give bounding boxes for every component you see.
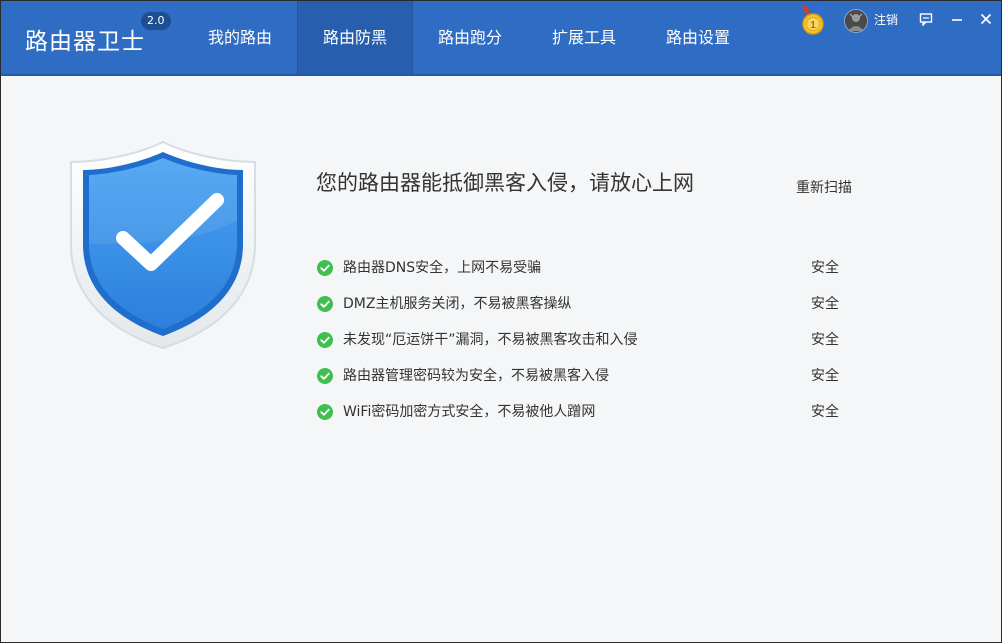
medal-icon[interactable]: 1: [800, 5, 826, 35]
list-item: 路由器DNS安全，上网不易受骗 安全: [317, 257, 857, 293]
minimize-icon[interactable]: [946, 8, 968, 30]
security-check-list: 路由器DNS安全，上网不易受骗 安全 DMZ主机服务关闭，不易被黑客操纵 安全 …: [317, 257, 857, 437]
list-item: DMZ主机服务关闭，不易被黑客操纵 安全: [317, 293, 857, 329]
shield-check-icon: [67, 140, 259, 352]
list-item: 未发现“厄运饼干”漏洞，不易被黑客攻击和入侵 安全: [317, 329, 857, 365]
tab-router-settings[interactable]: 路由设置: [641, 1, 755, 74]
main-content: 您的路由器能抵御黑客入侵，请放心上网 重新扫描 路由器DNS安全，上网不易受骗 …: [1, 76, 1001, 642]
logout-link[interactable]: 注销: [874, 11, 898, 28]
status-headline: 您的路由器能抵御黑客入侵，请放心上网: [316, 171, 694, 195]
close-icon[interactable]: [975, 8, 997, 30]
check-item-label: 未发现“厄运饼干”漏洞，不易被黑客攻击和入侵: [343, 332, 638, 348]
check-item-label: 路由器DNS安全，上网不易受骗: [343, 260, 542, 276]
check-item-status: 安全: [811, 332, 839, 348]
list-item: 路由器管理密码较为安全，不易被黑客入侵 安全: [317, 365, 857, 401]
check-item-status: 安全: [811, 296, 839, 312]
check-circle-icon: [317, 296, 333, 312]
main-nav: 我的路由 路由防黑 路由跑分 扩展工具 路由设置: [183, 1, 755, 74]
feedback-icon[interactable]: [915, 8, 937, 30]
avatar[interactable]: [844, 9, 868, 33]
check-circle-icon: [317, 368, 333, 384]
svg-text:1: 1: [810, 20, 816, 31]
check-circle-icon: [317, 404, 333, 420]
check-item-label: WiFi密码加密方式安全，不易被他人蹭网: [343, 404, 596, 420]
tab-router-anti-hack[interactable]: 路由防黑: [297, 1, 413, 74]
app-window: 路由器卫士 2.0 我的路由 路由防黑 路由跑分 扩展工具 路由设置 1 注销 …: [1, 1, 1001, 642]
tab-router-benchmark[interactable]: 路由跑分: [413, 1, 527, 74]
list-item: WiFi密码加密方式安全，不易被他人蹭网 安全: [317, 401, 857, 437]
tab-my-router[interactable]: 我的路由: [183, 1, 297, 74]
app-title: 路由器卫士: [25, 29, 145, 55]
check-circle-icon: [317, 332, 333, 348]
version-badge: 2.0: [141, 12, 171, 30]
check-item-label: 路由器管理密码较为安全，不易被黑客入侵: [343, 368, 609, 384]
check-item-label: DMZ主机服务关闭，不易被黑客操纵: [343, 296, 572, 312]
rescan-button[interactable]: 重新扫描: [796, 177, 852, 197]
check-item-status: 安全: [811, 404, 839, 420]
check-item-status: 安全: [811, 368, 839, 384]
title-bar: 路由器卫士 2.0 我的路由 路由防黑 路由跑分 扩展工具 路由设置 1 注销: [1, 1, 1001, 76]
tab-extension-tools[interactable]: 扩展工具: [527, 1, 641, 74]
check-circle-icon: [317, 260, 333, 276]
check-item-status: 安全: [811, 260, 839, 276]
